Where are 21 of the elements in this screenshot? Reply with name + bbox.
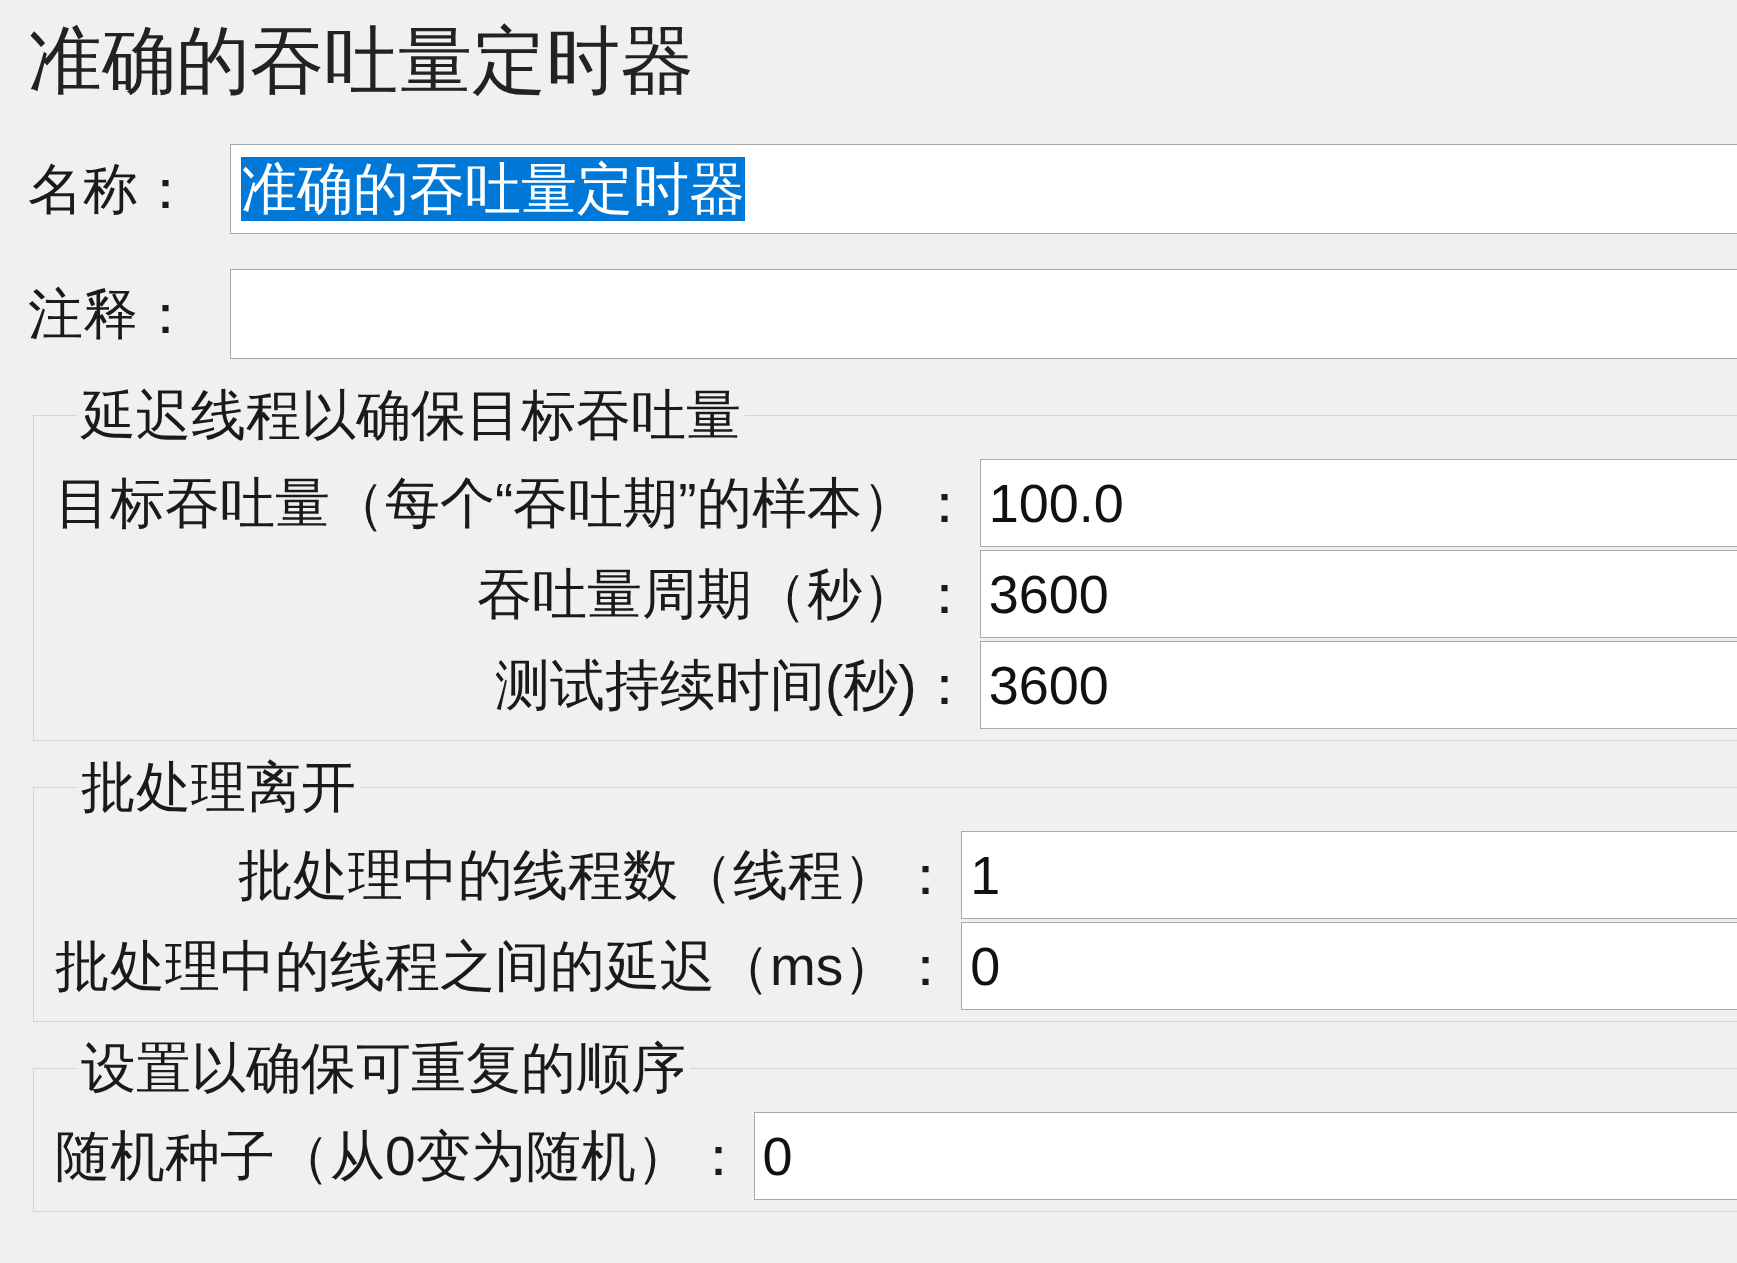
field-label: 目标吞吐量（每个“吞吐期”的样本）：: [55, 471, 973, 535]
text-field[interactable]: 3600: [979, 550, 1737, 638]
panel-title: 准确的吞吐量定时器: [28, 18, 695, 102]
field-label: 注释：: [28, 282, 194, 346]
field-label: 随机种子（从0变为随机）：: [55, 1124, 747, 1188]
field-label: 测试持续时间(秒)：: [495, 653, 973, 717]
text-field[interactable]: 准确的吞吐量定时器: [230, 144, 1737, 234]
group-title: 批处理离开: [80, 755, 357, 819]
text-field[interactable]: 100.0: [979, 459, 1737, 547]
group-title: 延迟线程以确保目标吞吐量: [79, 383, 742, 447]
field-label: 批处理中的线程数（线程）：: [238, 843, 955, 907]
text-field[interactable]: 3600: [979, 641, 1737, 729]
field-label: 吞吐量周期（秒）：: [476, 562, 973, 626]
text-field[interactable]: 0: [753, 1112, 1737, 1200]
selected-text: 准确的吞吐量定时器: [241, 157, 745, 221]
group-title: 设置以确保可重复的顺序: [80, 1036, 687, 1100]
field-label: 名称：: [28, 157, 194, 221]
text-field[interactable]: 0: [961, 922, 1737, 1010]
field-label: 批处理中的线程之间的延迟（ms）：: [55, 934, 955, 998]
text-field[interactable]: [230, 269, 1737, 359]
text-field[interactable]: 1: [961, 831, 1737, 919]
